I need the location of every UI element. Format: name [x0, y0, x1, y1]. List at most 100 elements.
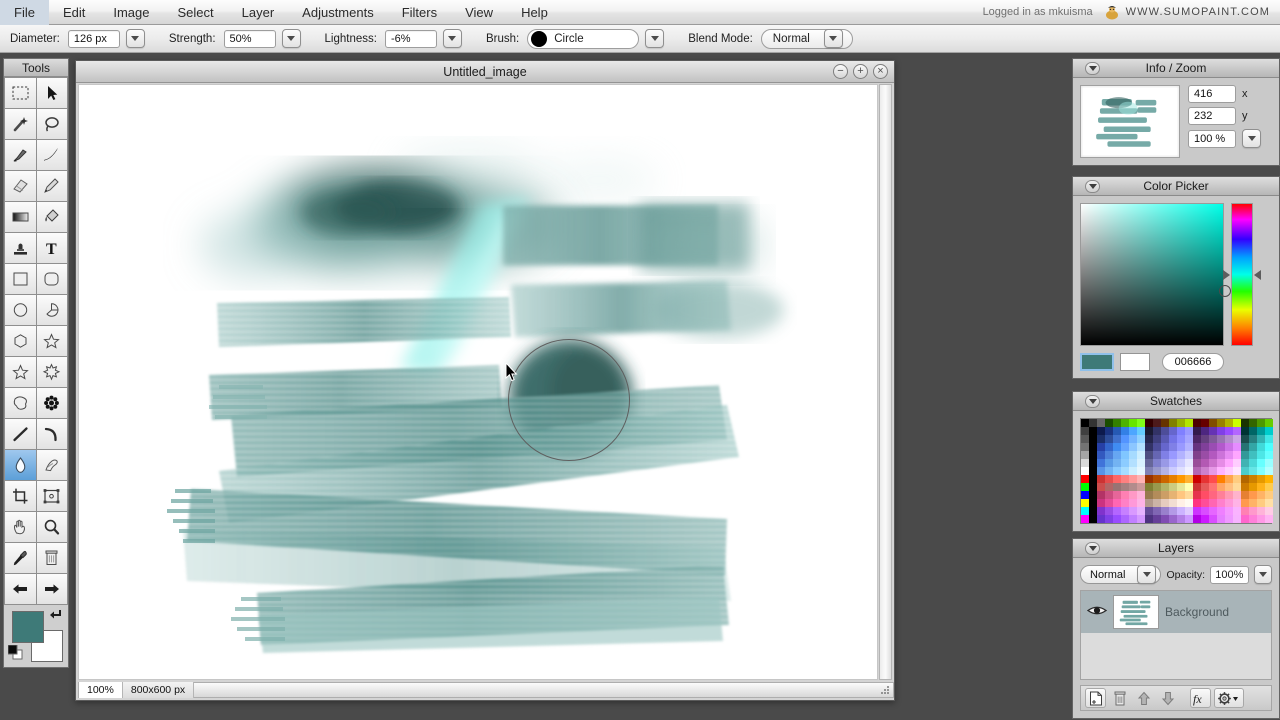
- swatch-cell[interactable]: [1105, 467, 1113, 475]
- swatch-cell[interactable]: [1129, 427, 1137, 435]
- menu-adjustments[interactable]: Adjustments: [288, 0, 388, 25]
- swatch-cell[interactable]: [1265, 435, 1273, 443]
- swatch-cell[interactable]: [1225, 507, 1233, 515]
- new-page-icon[interactable]: [1085, 688, 1106, 708]
- hex-color-input[interactable]: 006666: [1162, 353, 1224, 371]
- menu-file[interactable]: File: [0, 0, 49, 25]
- swatch-cell[interactable]: [1137, 467, 1145, 475]
- swatch-cell[interactable]: [1105, 443, 1113, 451]
- swatch-cell[interactable]: [1193, 515, 1201, 523]
- tool-zoom[interactable]: [36, 512, 67, 542]
- swatch-cell[interactable]: [1105, 507, 1113, 515]
- swatch-cell[interactable]: [1153, 467, 1161, 475]
- swatch-cell[interactable]: [1177, 459, 1185, 467]
- swatch-cell[interactable]: [1129, 451, 1137, 459]
- layer-opacity-dropdown-button[interactable]: [1253, 565, 1272, 584]
- swatch-cell[interactable]: [1153, 427, 1161, 435]
- tool-blur-sharpen[interactable]: [36, 450, 67, 480]
- swatch-cell[interactable]: [1097, 459, 1105, 467]
- swatch-cell[interactable]: [1265, 427, 1273, 435]
- swatch-cell[interactable]: [1105, 499, 1113, 507]
- swatch-cell[interactable]: [1257, 491, 1265, 499]
- swatch-cell[interactable]: [1185, 491, 1193, 499]
- swatch-cell[interactable]: [1129, 459, 1137, 467]
- swatch-cell[interactable]: [1089, 507, 1097, 515]
- close-icon[interactable]: ×: [873, 64, 888, 79]
- swatch-cell[interactable]: [1081, 443, 1089, 451]
- swatch-cell[interactable]: [1225, 427, 1233, 435]
- tool-burst-shape[interactable]: [36, 357, 67, 387]
- swatch-cell[interactable]: [1193, 419, 1201, 427]
- swatch-cell[interactable]: [1105, 459, 1113, 467]
- swatch-cell[interactable]: [1113, 427, 1121, 435]
- swatch-cell[interactable]: [1153, 491, 1161, 499]
- swatch-cell[interactable]: [1081, 427, 1089, 435]
- swatch-cell[interactable]: [1153, 443, 1161, 451]
- swatch-cell[interactable]: [1249, 467, 1257, 475]
- maximize-icon[interactable]: +: [853, 64, 868, 79]
- swatch-cell[interactable]: [1249, 427, 1257, 435]
- swatch-cell[interactable]: [1225, 443, 1233, 451]
- brush-selector[interactable]: Circle: [527, 28, 640, 49]
- chevron-down-icon[interactable]: [1085, 542, 1100, 555]
- swatch-cell[interactable]: [1137, 451, 1145, 459]
- hue-slider[interactable]: [1223, 203, 1261, 346]
- swatch-cell[interactable]: [1105, 483, 1113, 491]
- tool-rectangular-marquee[interactable]: [5, 78, 36, 108]
- swatch-cell[interactable]: [1169, 475, 1177, 483]
- swatch-cell[interactable]: [1185, 515, 1193, 523]
- swatch-cell[interactable]: [1169, 491, 1177, 499]
- swatch-cell[interactable]: [1177, 483, 1185, 491]
- swatch-cell[interactable]: [1201, 419, 1209, 427]
- swatch-cell[interactable]: [1081, 435, 1089, 443]
- swatch-cell[interactable]: [1105, 427, 1113, 435]
- swatch-cell[interactable]: [1185, 435, 1193, 443]
- picker-background-swatch[interactable]: [1120, 353, 1150, 371]
- tool-star5-shape[interactable]: [5, 357, 36, 387]
- swatch-cell[interactable]: [1161, 419, 1169, 427]
- swatch-cell[interactable]: [1193, 475, 1201, 483]
- swatch-cell[interactable]: [1145, 443, 1153, 451]
- diameter-dropdown-button[interactable]: [125, 29, 145, 48]
- swatch-cell[interactable]: [1145, 427, 1153, 435]
- swatch-cell[interactable]: [1097, 483, 1105, 491]
- swatch-cell[interactable]: [1081, 491, 1089, 499]
- swatch-cell[interactable]: [1169, 451, 1177, 459]
- swatch-cell[interactable]: [1105, 435, 1113, 443]
- swatch-cell[interactable]: [1257, 515, 1265, 523]
- swatch-cell[interactable]: [1129, 419, 1137, 427]
- swatch-cell[interactable]: [1233, 435, 1241, 443]
- swatch-cell[interactable]: [1241, 427, 1249, 435]
- layer-blend-dropdown-button[interactable]: [1137, 565, 1157, 584]
- swatch-cell[interactable]: [1185, 507, 1193, 515]
- swatch-cell[interactable]: [1105, 491, 1113, 499]
- swatch-cell[interactable]: [1177, 419, 1185, 427]
- tool-curve[interactable]: [36, 419, 67, 449]
- swatch-cell[interactable]: [1209, 483, 1217, 491]
- swatch-cell[interactable]: [1137, 427, 1145, 435]
- tool-lasso[interactable]: [36, 109, 67, 139]
- swatch-cell[interactable]: [1153, 475, 1161, 483]
- swatch-cell[interactable]: [1153, 507, 1161, 515]
- swatch-cell[interactable]: [1121, 451, 1129, 459]
- swatch-cell[interactable]: [1265, 483, 1273, 491]
- swatch-cell[interactable]: [1137, 491, 1145, 499]
- swatch-cell[interactable]: [1201, 491, 1209, 499]
- swatch-cell[interactable]: [1145, 459, 1153, 467]
- swatch-cell[interactable]: [1185, 427, 1193, 435]
- swatch-cell[interactable]: [1249, 515, 1257, 523]
- tool-trash[interactable]: [36, 543, 67, 573]
- swatch-cell[interactable]: [1209, 427, 1217, 435]
- tool-ink-brush[interactable]: [36, 140, 67, 170]
- tool-polygon-shape[interactable]: [5, 326, 36, 356]
- swatch-cell[interactable]: [1121, 507, 1129, 515]
- swatch-cell[interactable]: [1129, 507, 1137, 515]
- swatch-cell[interactable]: [1097, 427, 1105, 435]
- swatch-cell[interactable]: [1113, 451, 1121, 459]
- layer-blend-mode-selector[interactable]: Normal: [1080, 565, 1162, 584]
- swatch-cell[interactable]: [1137, 515, 1145, 523]
- swatch-cell[interactable]: [1193, 507, 1201, 515]
- swatch-cell[interactable]: [1121, 419, 1129, 427]
- swatch-cell[interactable]: [1089, 443, 1097, 451]
- swatch-cell[interactable]: [1161, 467, 1169, 475]
